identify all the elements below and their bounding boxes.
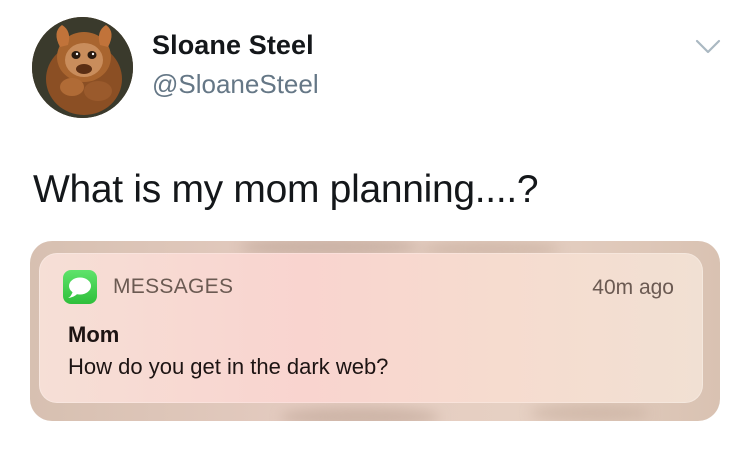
- avatar[interactable]: [32, 17, 133, 118]
- notification-message: How do you get in the dark web?: [68, 354, 389, 379]
- display-name[interactable]: Sloane Steel: [152, 30, 314, 61]
- tweet-card: Sloane Steel @SloaneSteel What is my mom…: [0, 0, 750, 449]
- messages-bubble-icon: [63, 270, 97, 304]
- notification-time: 40m ago: [592, 276, 674, 299]
- tweet-text: What is my mom planning....?: [33, 168, 539, 211]
- app-name: MESSAGES: [113, 275, 234, 298]
- user-handle[interactable]: @SloaneSteel: [152, 69, 319, 100]
- chevron-down-icon[interactable]: [695, 38, 721, 56]
- orangutan-icon: [32, 17, 133, 118]
- notification-sender: Mom: [68, 322, 120, 347]
